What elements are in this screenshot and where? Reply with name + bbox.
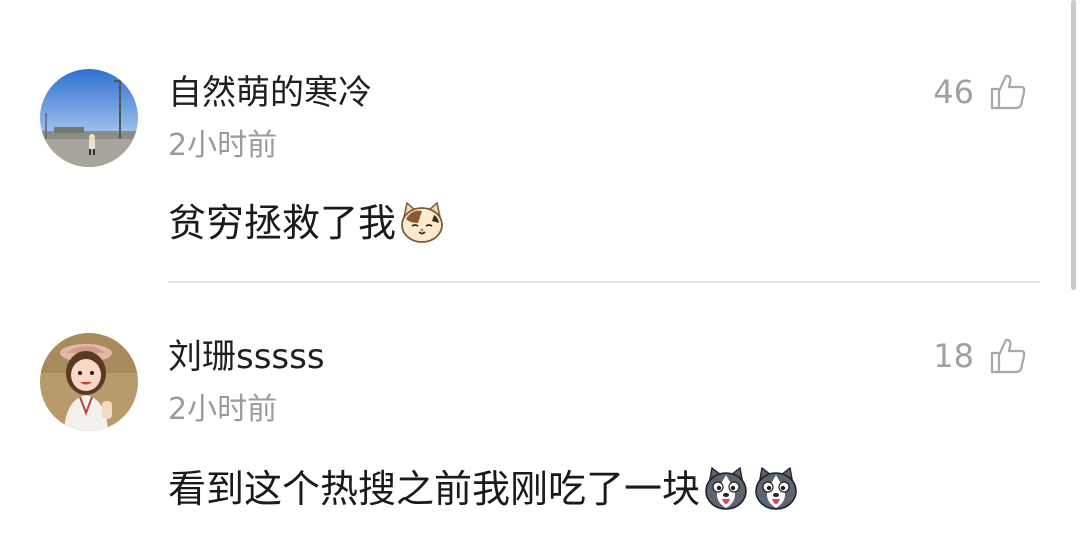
like-count: 46 xyxy=(933,73,974,111)
avatar[interactable] xyxy=(40,69,138,167)
comment-text-content: 贫穷拯救了我 xyxy=(168,201,397,245)
child-photo-avatar xyxy=(40,333,138,431)
comment-text: 贫穷拯救了我 xyxy=(168,199,446,247)
husky-emoji xyxy=(702,465,750,513)
thumbs-up-icon xyxy=(988,336,1028,376)
username[interactable]: 自然萌的寒冷 xyxy=(168,73,372,113)
comment-item: 自然萌的寒冷 2小时前 贫穷拯救了我 46 xyxy=(0,0,1080,282)
thumbs-up-icon xyxy=(988,72,1028,112)
avatar[interactable] xyxy=(40,333,138,431)
timestamp: 2小时前 xyxy=(168,128,278,163)
comment-text: 看到这个热搜之前我刚吃了一块 xyxy=(168,465,800,513)
like-button[interactable]: 18 xyxy=(933,336,1028,376)
like-button[interactable]: 46 xyxy=(933,72,1028,112)
comment-item: 刘珊sssss 2小时前 看到这个热搜之前我刚吃了一块 xyxy=(0,282,1080,535)
like-count: 18 xyxy=(933,337,974,375)
scrollbar[interactable] xyxy=(1071,0,1076,290)
comment-text-content: 看到这个热搜之前我刚吃了一块 xyxy=(168,467,701,511)
husky-emoji xyxy=(752,465,800,513)
timestamp: 2小时前 xyxy=(168,392,278,427)
landscape-photo-avatar xyxy=(40,69,138,167)
cat-face-emoji xyxy=(398,199,446,247)
username[interactable]: 刘珊sssss xyxy=(168,337,325,377)
